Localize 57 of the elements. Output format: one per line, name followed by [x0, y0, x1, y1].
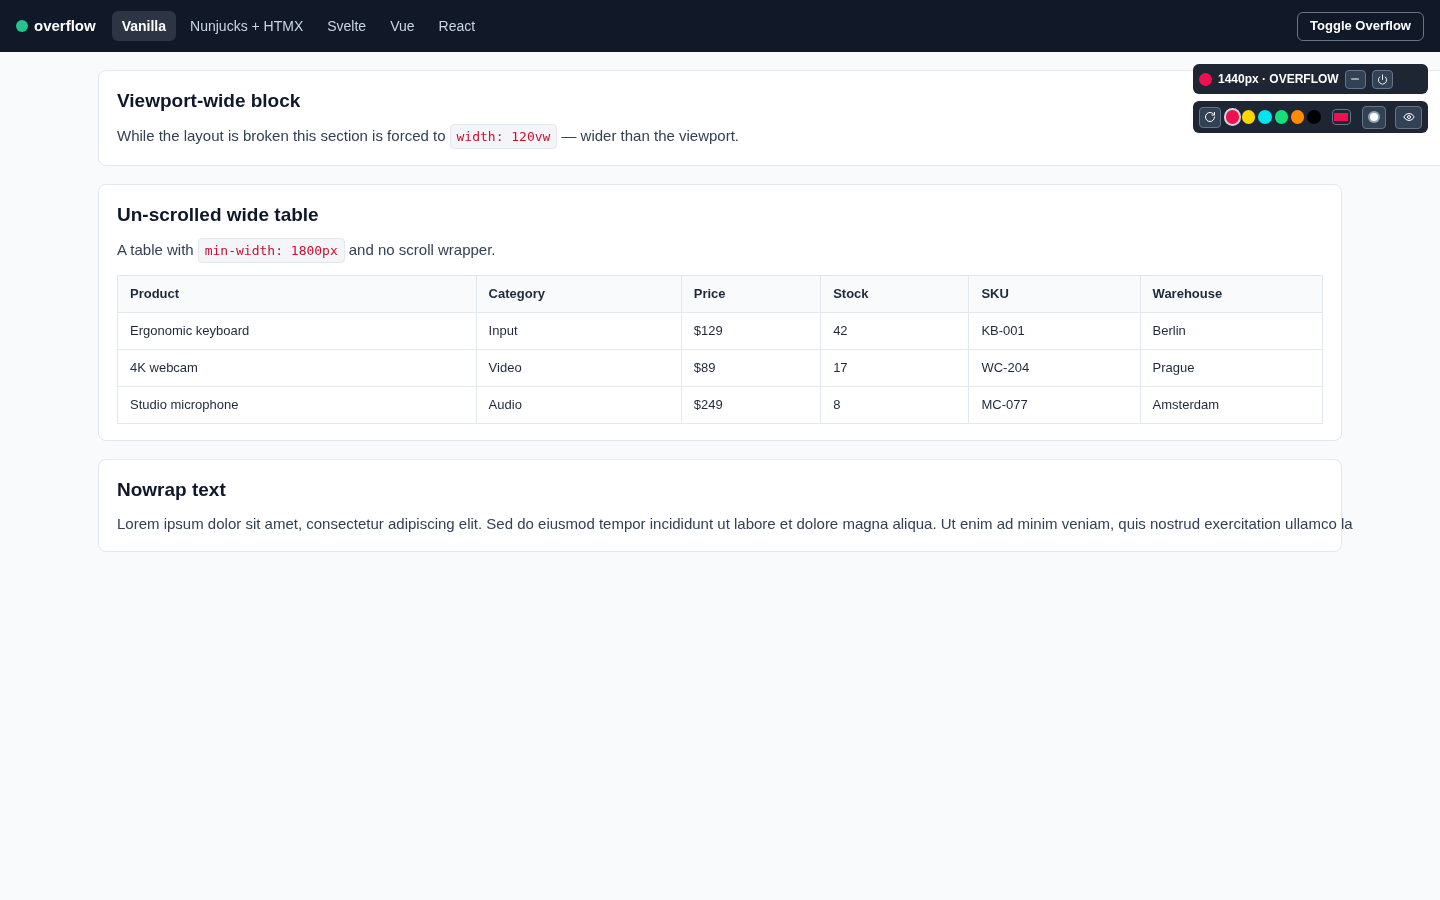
column-header: Price [681, 275, 821, 313]
column-header: Stock [820, 275, 969, 313]
color-swatch[interactable] [1307, 110, 1321, 124]
section-title: Un-scrolled wide table [117, 203, 320, 227]
table-cell: Input [476, 312, 682, 350]
refresh-button[interactable] [1199, 106, 1221, 128]
column-header: Category [476, 275, 682, 313]
toggle-overflow-button[interactable]: Toggle Overflow [1297, 11, 1424, 41]
color-swatch[interactable] [1242, 110, 1256, 124]
eye-button[interactable] [1395, 105, 1422, 129]
column-header: SKU [968, 275, 1141, 313]
table-cell: KB-001 [968, 312, 1141, 350]
color-swatch[interactable] [1258, 110, 1272, 124]
nav-tab[interactable]: React [428, 11, 486, 41]
table-cell: Prague [1140, 349, 1323, 387]
table-cell: WC-204 [968, 349, 1141, 387]
record-button[interactable] [1361, 105, 1387, 129]
table-cell: Audio [476, 386, 682, 424]
table-cell: Studio microphone [117, 386, 477, 424]
table-cell: $129 [681, 312, 821, 350]
table-cell: 42 [820, 312, 969, 350]
color-swatch[interactable] [1274, 110, 1288, 124]
section-title: Viewport-wide block [117, 89, 302, 113]
section-title: Nowrap text [117, 478, 227, 502]
nav-tab[interactable]: Nunjucks + HTMX [180, 11, 314, 41]
minimize-button[interactable] [1344, 69, 1366, 89]
table-cell: MC-077 [968, 386, 1141, 424]
inline-code: min-width: 1800px [197, 237, 345, 263]
table-cell: Ergonomic keyboard [117, 312, 477, 350]
nowrap-paragraph: Lorem ipsum dolor sit amet, consectetur adipiscing elit. Sed do eiusmod tempor incididunt ut labore et dolore magna aliqua. Ut enim ad minim veniam, quis nostrud exercitation ullamco la [117, 513, 1353, 534]
brand-name: overflow [34, 15, 96, 36]
status-label: 1440px · OVERFLOW [1218, 71, 1339, 88]
description-text: A table with [117, 240, 194, 260]
table-cell: 17 [820, 349, 969, 387]
outline-color-swatch[interactable] [1331, 109, 1351, 125]
table-cell: Berlin [1140, 312, 1323, 350]
eye-icon [1402, 111, 1415, 123]
color-swatch[interactable] [1290, 110, 1305, 124]
table-cell: $249 [681, 386, 821, 424]
description-text: and no scroll wrapper. [348, 240, 496, 260]
column-header: Warehouse [1140, 275, 1323, 313]
description-text: — wider than the viewport. [561, 126, 739, 146]
column-header: Product [117, 275, 477, 313]
table-cell: Video [476, 349, 682, 387]
table-cell: 8 [820, 386, 969, 424]
nav-tab[interactable]: Vanilla [111, 11, 177, 41]
table-cell: Amsterdam [1140, 386, 1323, 424]
color-swatch[interactable] [1225, 110, 1240, 124]
description-text: While the layout is broken this section is forced to [117, 126, 446, 146]
power-icon [1376, 73, 1388, 85]
inline-code: width: 120vw [449, 123, 558, 149]
nav-tab[interactable]: Vue [380, 11, 425, 41]
nav-tab[interactable]: Svelte [317, 11, 377, 41]
table-cell: $89 [681, 349, 821, 387]
refresh-icon [1203, 111, 1216, 123]
power-button[interactable] [1371, 69, 1393, 89]
table-cell: 4K webcam [117, 349, 477, 387]
